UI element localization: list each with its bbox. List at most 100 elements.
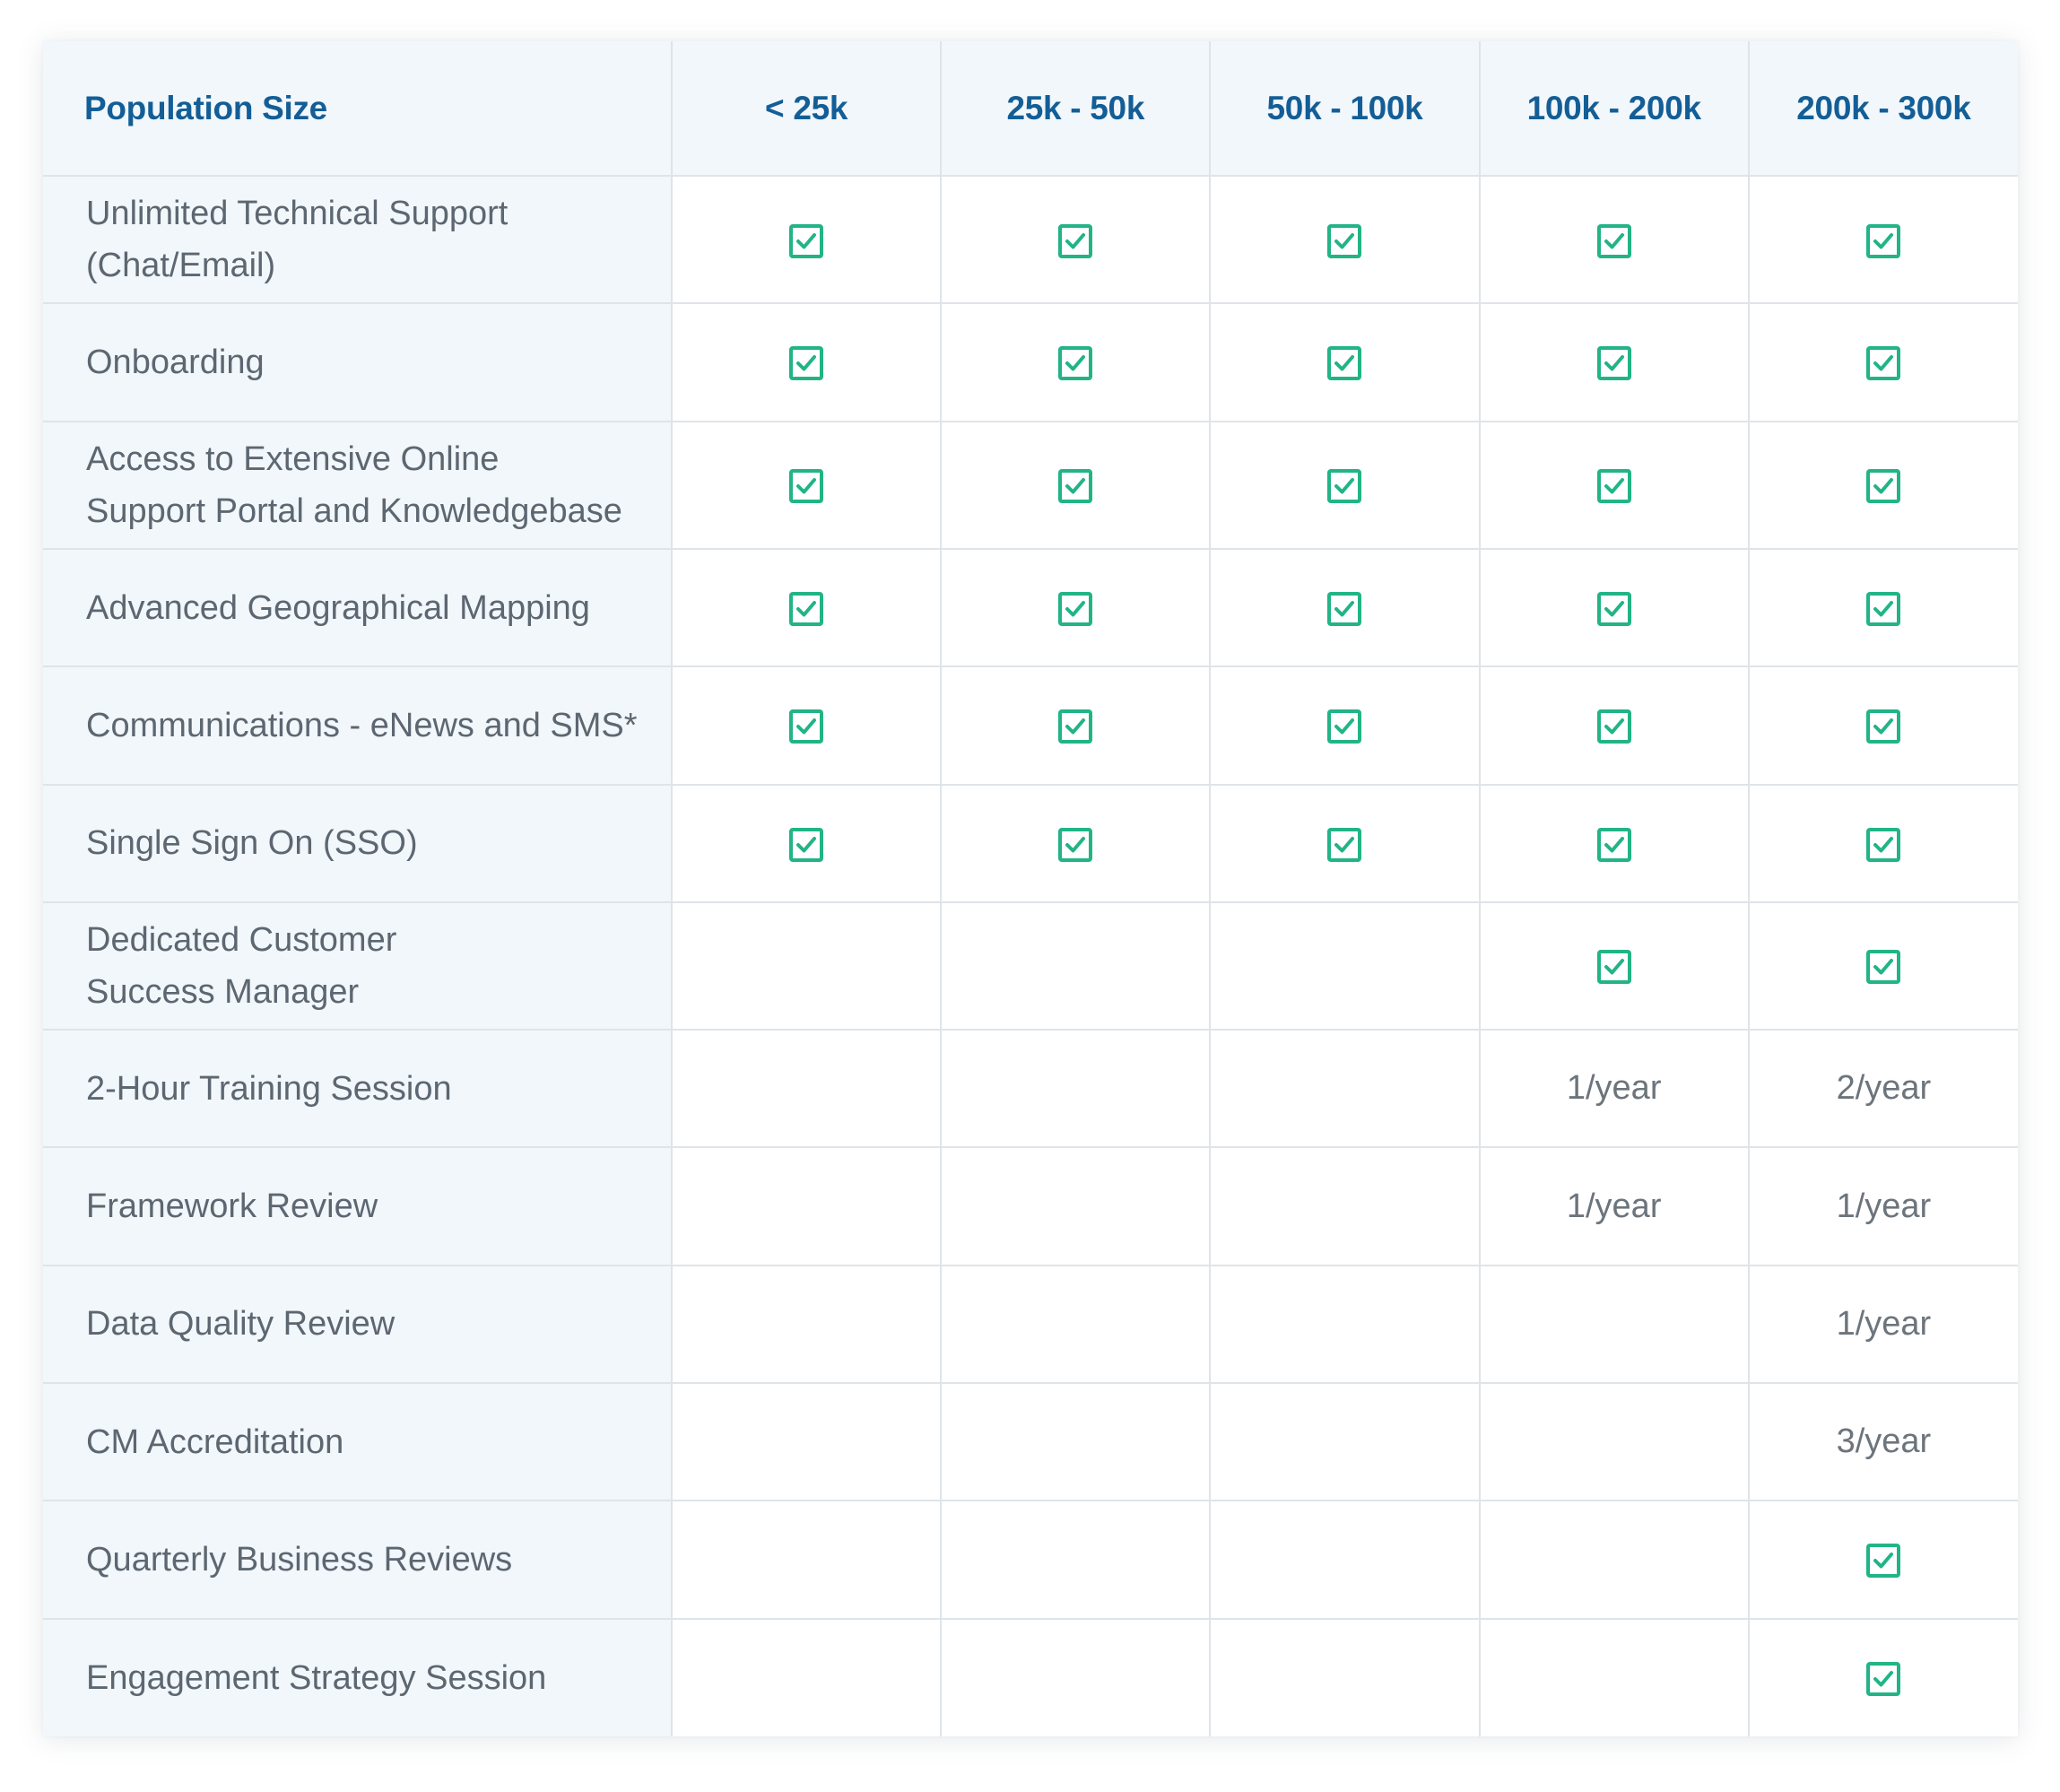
table-row: Access to Extensive Online Support Portal… bbox=[43, 421, 2018, 550]
frequency-value: 2/year bbox=[1836, 1069, 1932, 1108]
tier-cell bbox=[1210, 1383, 1481, 1502]
feature-label-line: 2-Hour Training Session bbox=[86, 1069, 452, 1108]
feature-label-line: Advanced Geographical Mapping bbox=[86, 588, 590, 627]
feature-label-line: Support Portal and Knowledgebase bbox=[86, 491, 622, 530]
tier-cell bbox=[1748, 901, 2018, 1031]
tier-cell bbox=[1210, 784, 1481, 903]
tier-cell bbox=[1479, 901, 1750, 1031]
tier-cell bbox=[1479, 1265, 1750, 1385]
tier-cell bbox=[672, 666, 943, 786]
checked-box-icon bbox=[1865, 827, 1901, 863]
feature-label: Communications - eNews and SMS* bbox=[43, 666, 674, 786]
tier-cell bbox=[1210, 303, 1481, 422]
feature-label: 2-Hour Training Session bbox=[43, 1030, 674, 1149]
checked-box-icon bbox=[1326, 223, 1362, 259]
tier-cell bbox=[672, 784, 943, 903]
checked-box-icon bbox=[1057, 345, 1093, 381]
tier-cell bbox=[1479, 666, 1750, 786]
frequency-value: 1/year bbox=[1836, 1187, 1932, 1225]
tier-cell bbox=[1479, 548, 1750, 668]
table-row: Quarterly Business Reviews bbox=[43, 1501, 2018, 1620]
feature-label-line: Dedicated Customer bbox=[86, 920, 397, 959]
checked-box-icon bbox=[788, 223, 824, 259]
population-size-header: Population Size bbox=[43, 41, 674, 177]
feature-label: Dedicated Customer Success Manager bbox=[43, 901, 674, 1031]
tier-cell bbox=[1748, 176, 2018, 305]
comparison-card: Population Size < 25k 25k - 50k 50k - 10… bbox=[43, 41, 2018, 1736]
checked-box-icon bbox=[1596, 827, 1632, 863]
checked-box-icon bbox=[1057, 709, 1093, 744]
checked-box-icon bbox=[1326, 827, 1362, 863]
tier-cell bbox=[1748, 421, 2018, 550]
tier-cell bbox=[941, 1147, 1212, 1266]
checked-box-icon bbox=[1326, 709, 1362, 744]
tier-cell bbox=[1210, 666, 1481, 786]
tier-header-50k-100k: 50k - 100k bbox=[1210, 41, 1481, 177]
feature-label-line: Unlimited Technical Support bbox=[86, 195, 508, 233]
tier-cell: 1/year bbox=[1479, 1030, 1750, 1149]
tier-cell: 3/year bbox=[1748, 1383, 2018, 1502]
feature-label-line: Quarterly Business Reviews bbox=[86, 1540, 513, 1579]
tier-cell bbox=[1479, 1383, 1750, 1502]
tier-cell bbox=[941, 901, 1212, 1031]
feature-label-line: Data Quality Review bbox=[86, 1305, 395, 1344]
table-row: Engagement Strategy Session bbox=[43, 1618, 2018, 1736]
tier-cell bbox=[1748, 1501, 2018, 1620]
feature-label-line: Framework Review bbox=[86, 1187, 378, 1226]
table-row: Dedicated Customer Success Manager bbox=[43, 901, 2018, 1031]
feature-label-line: Success Manager bbox=[86, 972, 360, 1011]
checked-box-icon bbox=[1326, 345, 1362, 381]
checked-box-icon bbox=[1057, 223, 1093, 259]
tier-header-200k-300k: 200k - 300k bbox=[1748, 41, 2018, 177]
checked-box-icon bbox=[1596, 949, 1632, 985]
table-row: Advanced Geographical Mapping bbox=[43, 548, 2018, 668]
tier-cell bbox=[1479, 1618, 1750, 1736]
tier-cell bbox=[1210, 1265, 1481, 1385]
feature-label: Quarterly Business Reviews bbox=[43, 1501, 674, 1620]
tier-cell bbox=[672, 1265, 943, 1385]
header-row: Population Size < 25k 25k - 50k 50k - 10… bbox=[43, 41, 2018, 177]
checked-box-icon bbox=[1596, 709, 1632, 744]
tier-cell bbox=[941, 421, 1212, 550]
feature-label: Advanced Geographical Mapping bbox=[43, 548, 674, 668]
checked-box-icon bbox=[1865, 591, 1901, 627]
tier-cell bbox=[1210, 1147, 1481, 1266]
checked-box-icon bbox=[788, 468, 824, 504]
tier-cell bbox=[941, 784, 1212, 903]
checked-box-icon bbox=[1057, 591, 1093, 627]
tier-cell bbox=[672, 1147, 943, 1266]
checked-box-icon bbox=[1865, 345, 1901, 381]
tier-cell: 2/year bbox=[1748, 1030, 2018, 1149]
checked-box-icon bbox=[1326, 591, 1362, 627]
tier-cell bbox=[672, 1501, 943, 1620]
tier-cell bbox=[1479, 421, 1750, 550]
tier-cell bbox=[1748, 666, 2018, 786]
feature-label: Data Quality Review bbox=[43, 1265, 674, 1385]
feature-label-line: CM Accreditation bbox=[86, 1422, 344, 1461]
tier-cell bbox=[1749, 1619, 2018, 1736]
tier-cell bbox=[941, 548, 1212, 668]
checked-box-icon bbox=[1865, 949, 1901, 985]
tier-cell bbox=[672, 1618, 943, 1736]
tier-cell bbox=[1210, 548, 1481, 668]
tier-cell: 1/year bbox=[1479, 1147, 1750, 1266]
tier-cell: 1/year bbox=[1748, 1265, 2018, 1385]
tier-cell bbox=[1210, 901, 1481, 1031]
frequency-value: 1/year bbox=[1836, 1304, 1932, 1343]
frequency-value: 1/year bbox=[1566, 1187, 1662, 1225]
checked-box-icon bbox=[1326, 468, 1362, 504]
tier-cell bbox=[1210, 1618, 1481, 1736]
checked-box-icon bbox=[788, 345, 824, 381]
checked-box-icon bbox=[1865, 468, 1901, 504]
feature-label-line: Communications - eNews and SMS* bbox=[86, 706, 638, 744]
frequency-value: 3/year bbox=[1836, 1422, 1932, 1461]
tier-cell bbox=[941, 666, 1212, 786]
tier-cell bbox=[1479, 1501, 1750, 1620]
table-row: Communications - eNews and SMS* bbox=[43, 666, 2018, 786]
tier-cell bbox=[1748, 548, 2018, 668]
tier-cell bbox=[672, 1383, 943, 1502]
table-row: 2-Hour Training Session 1/year 2/year bbox=[43, 1030, 2018, 1149]
feature-label-line: Access to Extensive Online bbox=[86, 439, 500, 478]
feature-label: CM Accreditation bbox=[43, 1383, 674, 1502]
feature-label: Engagement Strategy Session bbox=[43, 1618, 674, 1736]
